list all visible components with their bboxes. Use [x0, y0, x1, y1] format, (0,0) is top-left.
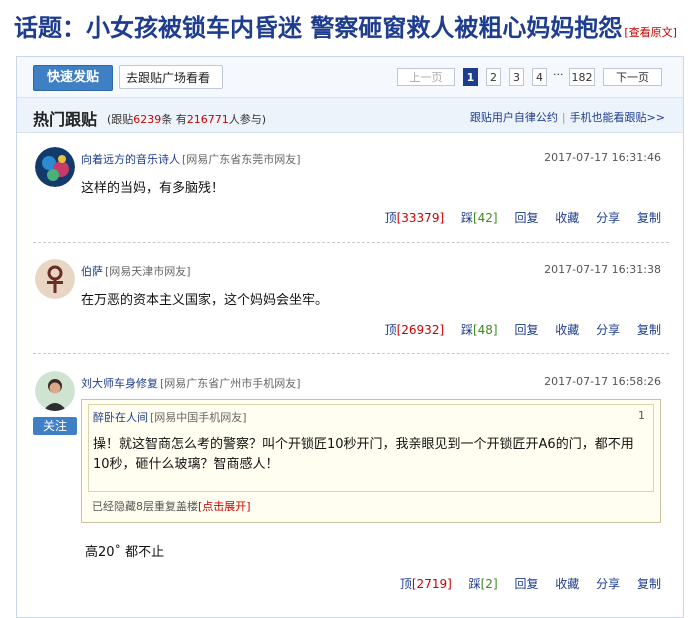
goto-square-button[interactable]: 去跟贴广场看看 〉	[119, 65, 223, 89]
favorite-button[interactable]: 收藏	[555, 211, 579, 225]
comment-stats: (跟贴6239条 有216771人参与)	[107, 111, 266, 127]
downvote-count: [2]	[480, 577, 498, 591]
upvote-count: [2719]	[411, 577, 452, 591]
comment-actions: 顶[26932] 踩[48] 回复 收藏 分享 复制	[372, 321, 661, 338]
comment-item: 向着远方的音乐诗人 [网易广东省东莞市网友] 2017-07-17 16:31:4…	[33, 147, 669, 227]
comment-item: 伯萨 [网易天津市网友] 2017-07-17 16:31:38 在万恶的资本主义…	[33, 259, 669, 339]
upvote-count: [26932]	[396, 323, 445, 337]
upvote-label: 顶	[384, 211, 397, 225]
quote-text: 操！就这智商怎么考的警察？叫个开锁匠10秒开门，我亲眼见到一个开锁匠开A6的门，…	[93, 437, 634, 472]
comment-text: 这样的当妈，有多脑残！	[81, 181, 225, 196]
comments-toolbar: 快速发贴 去跟贴广场看看 〉 上一页 1 2 3 4 ··· 182 下一页	[17, 57, 683, 97]
author-name[interactable]: 伯萨	[81, 265, 103, 278]
share-button[interactable]: 分享	[596, 211, 620, 225]
downvote-button[interactable]: 踩[48]	[461, 323, 498, 337]
upvote-label: 顶	[384, 323, 397, 337]
upvote-button[interactable]: 顶[26932]	[385, 323, 445, 337]
follow-button[interactable]: 关注	[33, 417, 77, 435]
copy-button[interactable]: 复制	[637, 211, 661, 225]
quoted-comment: 醉卧在人间 [网易中国手机网友] 1 操！就这智商怎么考的警察？叫个开锁匠10秒开…	[81, 399, 661, 523]
participant-count: 216771	[186, 113, 229, 126]
topic-prefix: 话题：	[14, 13, 86, 42]
topic-headline: 小女孩被锁车内昏迷 警察砸窗救人被粗心妈妈抱怨	[86, 13, 623, 42]
comments-panel: 快速发贴 去跟贴广场看看 〉 上一页 1 2 3 4 ··· 182 下一页 热…	[16, 56, 684, 618]
comment-time: 2017-07-17 16:58:26	[544, 375, 661, 388]
floor-number: 1	[638, 409, 645, 422]
topic-title: 话题：小女孩被锁车内昏迷 警察砸窗救人被粗心妈妈抱怨 [查看原文]	[14, 8, 677, 43]
downvote-label: 踩	[460, 211, 473, 225]
author-location: [网易广东省东莞市网友]	[182, 153, 301, 166]
author-name[interactable]: 刘大师车身修复	[81, 377, 158, 390]
comment-text: 在万恶的资本主义国家，这个妈妈会坐牢。	[81, 293, 329, 308]
share-button[interactable]: 分享	[596, 577, 620, 591]
quick-post-button[interactable]: 快速发贴	[33, 65, 113, 91]
stats-mid: 条 有	[161, 113, 187, 126]
comment-author: 刘大师车身修复 [网易广东省广州市手机网友]	[81, 375, 301, 391]
avatar[interactable]	[35, 259, 75, 299]
view-original-link[interactable]: [查看原文]	[624, 26, 677, 39]
comment-count: 6239	[133, 113, 162, 126]
page-1-button[interactable]: 1	[463, 68, 478, 86]
comment-author: 伯萨 [网易天津市网友]	[81, 263, 191, 279]
upvote-label: 顶	[399, 577, 412, 591]
downvote-label: 踩	[468, 577, 481, 591]
author-location: [网易广东省广州市手机网友]	[160, 377, 301, 390]
downvote-count: [42]	[472, 211, 498, 225]
last-page-button[interactable]: 182	[569, 68, 595, 86]
upvote-button[interactable]: 顶[2719]	[400, 577, 452, 591]
page-3-button[interactable]: 3	[509, 68, 524, 86]
stats-suffix: 人参与)	[228, 113, 267, 126]
favorite-button[interactable]: 收藏	[555, 323, 579, 337]
pagination-ellipsis: ···	[553, 68, 564, 81]
goto-square-label: 去跟贴广场看看	[126, 71, 211, 85]
link-separator: |	[561, 111, 566, 124]
chevron-right-icon: 〉	[203, 71, 216, 85]
quoted-floor: 醉卧在人间 [网易中国手机网友] 1 操！就这智商怎么考的警察？叫个开锁匠10秒开…	[88, 404, 654, 492]
comment-text: 高20˚ 都不止	[85, 545, 165, 560]
upvote-button[interactable]: 顶[33379]	[385, 211, 445, 225]
quote-author: 醉卧在人间 [网易中国手机网友]	[93, 409, 247, 425]
share-button[interactable]: 分享	[596, 323, 620, 337]
hidden-floors-text: 已经隐藏8层重复盖楼	[92, 500, 198, 513]
downvote-button[interactable]: 踩[2]	[469, 577, 498, 591]
mobile-link[interactable]: 手机也能看跟贴>>	[570, 111, 665, 124]
quote-author-location: [网易中国手机网友]	[150, 411, 247, 424]
hot-comments-title: 热门跟贴	[33, 110, 98, 129]
divider	[33, 353, 669, 354]
downvote-button[interactable]: 踩[42]	[461, 211, 498, 225]
hot-comments-header: 热门跟贴 (跟贴6239条 有216771人参与) 跟贴用户自律公约 | 手机也能看…	[17, 97, 683, 133]
comment-item: 关注 刘大师车身修复 [网易广东省广州市手机网友] 2017-07-17 16:5…	[33, 371, 669, 601]
stats-prefix: (跟贴	[107, 113, 134, 126]
favorite-button[interactable]: 收藏	[555, 577, 579, 591]
downvote-count: [48]	[472, 323, 498, 337]
avatar[interactable]	[35, 371, 75, 411]
page-2-button[interactable]: 2	[486, 68, 501, 86]
copy-button[interactable]: 复制	[637, 323, 661, 337]
page-4-button[interactable]: 4	[532, 68, 547, 86]
user-rules-link[interactable]: 跟贴用户自律公约	[470, 111, 558, 124]
reply-button[interactable]: 回复	[514, 577, 538, 591]
reply-button[interactable]: 回复	[514, 211, 538, 225]
comment-author: 向着远方的音乐诗人 [网易广东省东莞市网友]	[81, 151, 301, 167]
quote-author-name[interactable]: 醉卧在人间	[93, 411, 148, 424]
expand-link[interactable]: [点击展开]	[198, 500, 251, 513]
comment-actions: 顶[33379] 踩[42] 回复 收藏 分享 复制	[372, 209, 661, 226]
copy-button[interactable]: 复制	[637, 577, 661, 591]
downvote-label: 踩	[460, 323, 473, 337]
hidden-floors-note: 已经隐藏8层重复盖楼[点击展开]	[92, 498, 251, 514]
author-name[interactable]: 向着远方的音乐诗人	[81, 153, 180, 166]
avatar[interactable]	[35, 147, 75, 187]
comment-time: 2017-07-17 16:31:38	[544, 263, 661, 276]
upvote-count: [33379]	[396, 211, 445, 225]
next-page-button[interactable]: 下一页	[603, 68, 662, 86]
prev-page-button[interactable]: 上一页	[397, 68, 455, 86]
header-links: 跟贴用户自律公约 | 手机也能看跟贴>>	[470, 109, 665, 125]
reply-button[interactable]: 回复	[514, 323, 538, 337]
author-location: [网易天津市网友]	[105, 265, 191, 278]
comment-time: 2017-07-17 16:31:46	[544, 151, 661, 164]
divider	[33, 242, 669, 243]
comment-actions: 顶[2719] 踩[2] 回复 收藏 分享 复制	[387, 575, 661, 592]
